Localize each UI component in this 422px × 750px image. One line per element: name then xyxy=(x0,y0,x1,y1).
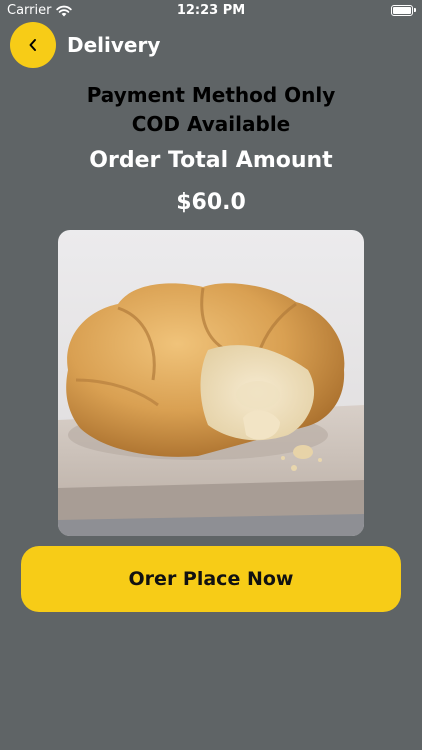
bread-loaf-photo xyxy=(58,230,364,536)
place-order-button[interactable]: Orer Place Now xyxy=(21,546,401,612)
chevron-left-icon xyxy=(29,39,36,51)
battery-icon xyxy=(391,5,416,16)
payment-method-text: Payment Method Only xyxy=(86,83,336,107)
status-time: 12:23 PM xyxy=(176,3,246,18)
page-title: Delivery xyxy=(67,33,161,57)
place-order-label: Orer Place Now xyxy=(128,568,294,590)
order-total-amount: $60.0 xyxy=(176,190,246,215)
back-button[interactable] xyxy=(10,22,56,68)
status-bar: Carrier 12:23 PM xyxy=(0,0,422,22)
payment-info: Payment Method Only COD Available xyxy=(0,81,422,139)
cod-available-text: COD Available xyxy=(131,112,291,136)
product-image xyxy=(58,230,364,536)
order-total-label: Order Total Amount xyxy=(89,148,333,173)
header: Delivery xyxy=(10,22,160,68)
